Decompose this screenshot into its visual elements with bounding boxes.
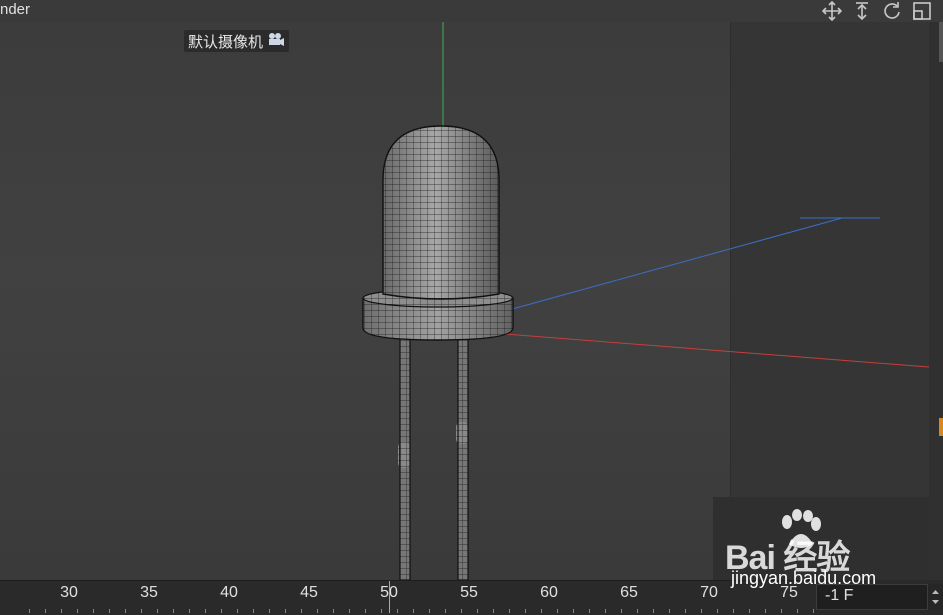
timeline-tick [317, 609, 318, 613]
timeline-tick [621, 609, 622, 613]
timeline-tick-label: 70 [700, 584, 718, 601]
timeline-tick [413, 609, 414, 613]
timeline-tick [781, 609, 782, 613]
timeline-tick [349, 609, 350, 613]
timeline-tick [445, 609, 446, 613]
timeline-tick [141, 609, 142, 613]
timeline-tick [365, 609, 366, 613]
timeline-tick [301, 609, 302, 613]
timeline-tick [477, 609, 478, 613]
rotate-view-icon[interactable] [881, 1, 903, 21]
right-panel-edge [929, 22, 943, 580]
timeline-tick-label: 75 [780, 584, 798, 601]
timeline-tick [253, 609, 254, 613]
x-axis-line [504, 333, 929, 368]
led-dome [382, 125, 500, 300]
timeline-tick [237, 609, 238, 613]
timeline-tick-label: 45 [300, 584, 318, 601]
timeline-tick-label: 35 [140, 584, 158, 601]
timeline-tick [525, 609, 526, 613]
timeline-tick [813, 609, 814, 613]
timeline-tick [61, 609, 62, 613]
timeline-tick-label: 65 [620, 584, 638, 601]
timeline-tick-label: 60 [540, 584, 558, 601]
move-view-icon[interactable] [821, 1, 843, 21]
led-model-scene[interactable] [0, 22, 929, 580]
timeline-tick [125, 609, 126, 613]
viewport-titlebar: nder [0, 0, 943, 23]
timeline-tick [269, 609, 270, 613]
timeline-tick [573, 609, 574, 613]
led-leg-left [398, 337, 411, 580]
timeline-tick [797, 609, 798, 613]
panel-edge-mark [939, 22, 943, 62]
timeline-tick [765, 609, 766, 613]
frame-stepper-icon[interactable] [928, 584, 943, 610]
timeline-tick [685, 609, 686, 613]
timeline-tick [749, 609, 750, 613]
timeline-tick [461, 609, 462, 613]
timeline-tick [429, 609, 430, 613]
default-camera-label[interactable]: 默认摄像机 [184, 30, 290, 52]
timeline-tick [541, 609, 542, 613]
active-panel-marker [939, 418, 943, 436]
timeline-tick [557, 609, 558, 613]
led-leg-right [456, 337, 469, 580]
timeline-tick [205, 609, 206, 613]
timeline-tick [589, 609, 590, 613]
camera-icon [267, 32, 285, 50]
timeline-tick [93, 609, 94, 613]
animation-timeline[interactable]: 30 35 40 45 50 55 60 65 70 75 [0, 580, 814, 613]
timeline-tick [717, 609, 718, 613]
timeline-tick [669, 609, 670, 613]
view-navigation-icons [821, 0, 933, 22]
camera-label-text: 默认摄像机 [188, 33, 264, 51]
timeline-tick [653, 609, 654, 613]
timeline-tick [285, 609, 286, 613]
timeline-tick-label: 55 [460, 584, 478, 601]
current-frame-field[interactable]: -1 F [816, 584, 928, 610]
timeline-tick-label: 30 [60, 584, 78, 601]
timeline-tick [77, 609, 78, 613]
timeline-tick [189, 609, 190, 613]
timeline-tick [109, 609, 110, 613]
dolly-view-icon[interactable] [851, 1, 873, 21]
timeline-tick [397, 609, 398, 613]
timeline-tick [45, 609, 46, 613]
timeline-tick [701, 609, 702, 613]
timeline-playhead[interactable] [389, 581, 390, 613]
timeline-tick [29, 609, 30, 613]
3d-viewport[interactable]: 默认摄像机 [0, 22, 929, 580]
timeline-tick [381, 609, 382, 613]
timeline-tick [509, 609, 510, 613]
timeline-tick [605, 609, 606, 613]
z-axis-line [504, 217, 843, 312]
maximize-view-icon[interactable] [911, 1, 933, 21]
timeline-tick [157, 609, 158, 613]
viewport-title: nder [0, 1, 31, 18]
timeline-tick [333, 609, 334, 613]
timeline-tick [733, 609, 734, 613]
timeline-tick [637, 609, 638, 613]
timeline-tick [173, 609, 174, 613]
timeline-tick-label: 40 [220, 584, 238, 601]
timeline-tick [221, 609, 222, 613]
timeline-tick [493, 609, 494, 613]
